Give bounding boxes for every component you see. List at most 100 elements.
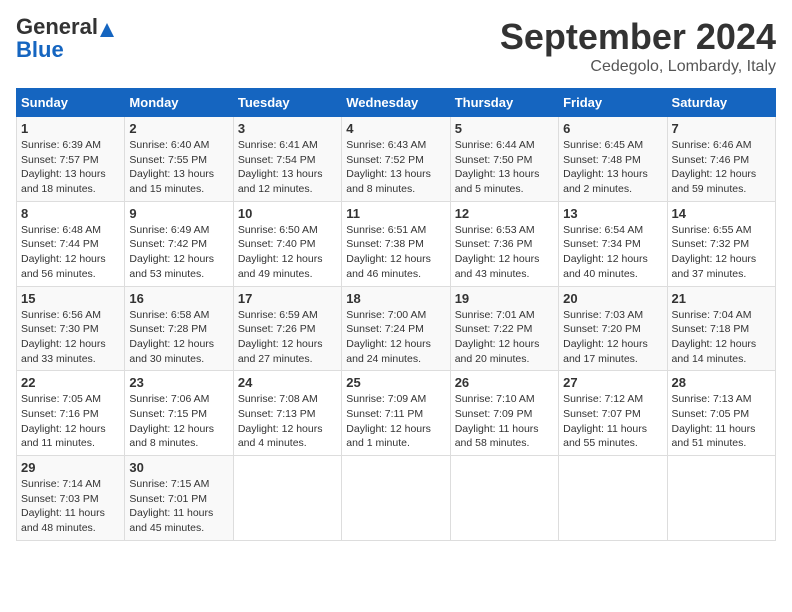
day-number: 21 <box>672 291 771 306</box>
calendar-cell: 3 Sunrise: 6:41 AMSunset: 7:54 PMDaylight… <box>233 117 341 202</box>
cell-info: Sunrise: 6:58 AMSunset: 7:28 PMDaylight:… <box>129 308 228 367</box>
day-number: 27 <box>563 375 662 390</box>
day-number: 16 <box>129 291 228 306</box>
cell-line: Daylight: 13 hours <box>455 167 554 182</box>
logo: General Blue <box>16 16 114 61</box>
cell-line: Sunset: 7:11 PM <box>346 407 445 422</box>
cell-info: Sunrise: 6:41 AMSunset: 7:54 PMDaylight:… <box>238 138 337 197</box>
cell-line: Sunset: 7:20 PM <box>563 322 662 337</box>
day-number: 5 <box>455 121 554 136</box>
calendar-week-2: 8Sunrise: 6:48 AMSunset: 7:44 PMDaylight… <box>17 201 776 286</box>
cell-info: Sunrise: 6:39 AMSunset: 7:57 PMDaylight:… <box>21 138 120 197</box>
calendar-cell: 2Sunrise: 6:40 AMSunset: 7:55 PMDaylight… <box>125 117 233 202</box>
cell-line: Sunset: 7:52 PM <box>346 153 445 168</box>
cell-line: Sunset: 7:03 PM <box>21 492 120 507</box>
cell-line: Sunrise: 6:46 AM <box>672 138 771 153</box>
cell-line: and 18 minutes. <box>21 182 120 197</box>
day-number: 6 <box>563 121 662 136</box>
cell-line: Daylight: 12 hours <box>238 337 337 352</box>
day-number: 20 <box>563 291 662 306</box>
cell-line: and 43 minutes. <box>455 267 554 282</box>
cell-line: and 53 minutes. <box>129 267 228 282</box>
day-number: 22 <box>21 375 120 390</box>
calendar-cell <box>559 456 667 541</box>
calendar-cell: 12Sunrise: 6:53 AMSunset: 7:36 PMDayligh… <box>450 201 558 286</box>
day-number: 28 <box>672 375 771 390</box>
cell-line: and 30 minutes. <box>129 352 228 367</box>
cell-line: Sunrise: 6:55 AM <box>672 223 771 238</box>
cell-line: and 12 minutes. <box>238 182 337 197</box>
cell-line: Sunset: 7:44 PM <box>21 237 120 252</box>
calendar-cell: 16 Sunrise: 6:58 AMSunset: 7:28 PMDayligh… <box>125 286 233 371</box>
calendar-cell: 13Sunrise: 6:54 AMSunset: 7:34 PMDayligh… <box>559 201 667 286</box>
calendar-cell: 22Sunrise: 7:05 AMSunset: 7:16 PMDayligh… <box>17 371 125 456</box>
cell-info: Sunrise: 7:04 AMSunset: 7:18 PMDaylight:… <box>672 308 771 367</box>
day-number: 29 <box>21 460 120 475</box>
calendar-cell: 20Sunrise: 7:03 AMSunset: 7:20 PMDayligh… <box>559 286 667 371</box>
cell-line: and 24 minutes. <box>346 352 445 367</box>
cell-line: Sunrise: 6:45 AM <box>563 138 662 153</box>
cell-info: Sunrise: 6:45 AMSunset: 7:48 PMDaylight:… <box>563 138 662 197</box>
cell-line: Sunset: 7:18 PM <box>672 322 771 337</box>
calendar-cell: 5 Sunrise: 6:44 AMSunset: 7:50 PMDaylight… <box>450 117 558 202</box>
cell-line: and 8 minutes. <box>346 182 445 197</box>
calendar-week-5: 29Sunrise: 7:14 AMSunset: 7:03 PMDayligh… <box>17 456 776 541</box>
cell-line: Sunrise: 6:54 AM <box>563 223 662 238</box>
cell-line: and 14 minutes. <box>672 352 771 367</box>
day-number: 26 <box>455 375 554 390</box>
cell-line: Sunrise: 7:08 AM <box>238 392 337 407</box>
cell-line: and 17 minutes. <box>563 352 662 367</box>
cell-line: Sunset: 7:05 PM <box>672 407 771 422</box>
day-number: 1 <box>21 121 120 136</box>
cell-line: Daylight: 13 hours <box>563 167 662 182</box>
day-number: 10 <box>238 206 337 221</box>
cell-line: Sunrise: 7:00 AM <box>346 308 445 323</box>
logo-general: General <box>16 14 98 39</box>
calendar-week-4: 22Sunrise: 7:05 AMSunset: 7:16 PMDayligh… <box>17 371 776 456</box>
cell-line: Sunrise: 7:14 AM <box>21 477 120 492</box>
cell-line: and 49 minutes. <box>238 267 337 282</box>
cell-line: Daylight: 12 hours <box>129 337 228 352</box>
day-number: 8 <box>21 206 120 221</box>
cell-line: Daylight: 11 hours <box>563 422 662 437</box>
cell-info: Sunrise: 6:44 AMSunset: 7:50 PMDaylight:… <box>455 138 554 197</box>
calendar-header: SundayMondayTuesdayWednesdayThursdayFrid… <box>17 89 776 117</box>
day-number: 9 <box>129 206 228 221</box>
cell-line: Sunrise: 7:13 AM <box>672 392 771 407</box>
day-number: 3 <box>238 121 337 136</box>
cell-line: Sunrise: 6:43 AM <box>346 138 445 153</box>
cell-line: and 37 minutes. <box>672 267 771 282</box>
calendar-week-3: 15Sunrise: 6:56 AMSunset: 7:30 PMDayligh… <box>17 286 776 371</box>
cell-info: Sunrise: 7:10 AMSunset: 7:09 PMDaylight:… <box>455 392 554 451</box>
calendar-cell: 25 Sunrise: 7:09 AMSunset: 7:11 PMDayligh… <box>342 371 450 456</box>
cell-line: Daylight: 13 hours <box>346 167 445 182</box>
day-number: 2 <box>129 121 228 136</box>
cell-line: Daylight: 12 hours <box>238 422 337 437</box>
cell-line: Sunset: 7:46 PM <box>672 153 771 168</box>
cell-line: Sunset: 7:57 PM <box>21 153 120 168</box>
cell-line: Sunset: 7:40 PM <box>238 237 337 252</box>
cell-line: and 8 minutes. <box>129 436 228 451</box>
cell-line: Sunset: 7:26 PM <box>238 322 337 337</box>
cell-line: Sunset: 7:28 PM <box>129 322 228 337</box>
weekday-row: SundayMondayTuesdayWednesdayThursdayFrid… <box>17 89 776 117</box>
day-number: 25 <box>346 375 445 390</box>
day-number: 15 <box>21 291 120 306</box>
calendar-cell <box>667 456 775 541</box>
cell-info: Sunrise: 6:43 AMSunset: 7:52 PMDaylight:… <box>346 138 445 197</box>
calendar-table: SundayMondayTuesdayWednesdayThursdayFrid… <box>16 88 776 541</box>
cell-line: Sunset: 7:38 PM <box>346 237 445 252</box>
cell-line: and 27 minutes. <box>238 352 337 367</box>
cell-line: Daylight: 11 hours <box>672 422 771 437</box>
cell-line: Daylight: 12 hours <box>129 422 228 437</box>
cell-info: Sunrise: 7:09 AMSunset: 7:11 PMDaylight:… <box>346 392 445 451</box>
calendar-cell: 1 Sunrise: 6:39 AMSunset: 7:57 PMDaylight… <box>17 117 125 202</box>
cell-line: Sunrise: 7:03 AM <box>563 308 662 323</box>
cell-info: Sunrise: 7:08 AMSunset: 7:13 PMDaylight:… <box>238 392 337 451</box>
logo-icon <box>100 23 114 37</box>
cell-line: Daylight: 12 hours <box>346 337 445 352</box>
cell-line: Daylight: 12 hours <box>672 167 771 182</box>
weekday-header-friday: Friday <box>559 89 667 117</box>
cell-info: Sunrise: 6:53 AMSunset: 7:36 PMDaylight:… <box>455 223 554 282</box>
cell-line: Sunset: 7:24 PM <box>346 322 445 337</box>
